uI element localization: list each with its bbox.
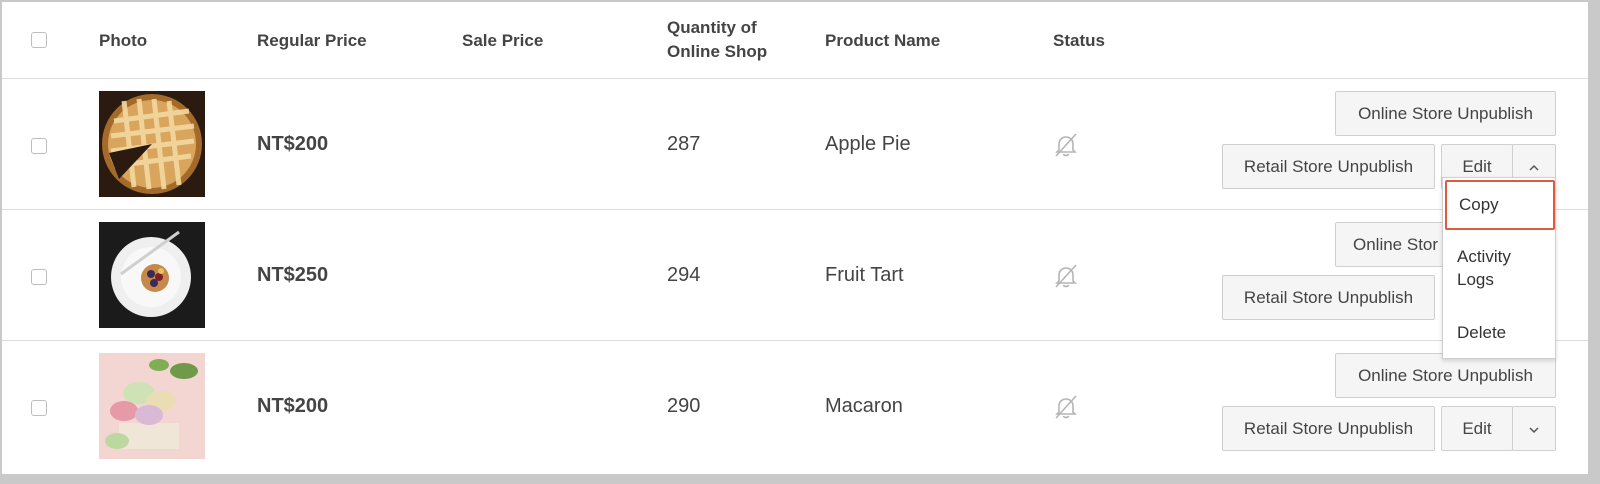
row-checkbox[interactable] [31,138,47,154]
quantity: 287 [667,133,701,155]
table-row: NT$250 294 Fruit Tart Online Stor Retail… [2,210,1588,341]
macaron-image [99,353,205,459]
product-photo-fruit-tart[interactable] [99,222,205,328]
edit-button[interactable]: Edit [1441,406,1513,451]
product-photo-apple-pie[interactable] [99,91,205,197]
menu-item-activity-logs[interactable]: Activity Logs [1443,245,1555,291]
header-status[interactable]: Status [1053,29,1105,53]
table-header: Photo Regular Price Sale Price Quantity … [2,2,1588,79]
online-store-unpublish-button[interactable]: Online Store Unpublish [1335,353,1556,398]
quantity: 290 [667,395,701,417]
chevron-down-icon[interactable] [1512,406,1556,451]
online-store-unpublish-button[interactable]: Online Store Unpublish [1335,91,1556,136]
header-photo[interactable]: Photo [99,29,147,53]
header-product-name[interactable]: Product Name [825,29,940,53]
product-name[interactable]: Fruit Tart [825,264,904,287]
retail-store-unpublish-button[interactable]: Retail Store Unpublish [1222,275,1435,320]
menu-item-activity-line2: Logs [1457,270,1494,289]
regular-price: NT$200 [257,395,329,417]
table-row: NT$200 290 Macaron Online Store Unpublis… [2,341,1588,472]
menu-item-copy[interactable]: Copy [1445,180,1555,230]
bell-off-icon [1052,393,1080,421]
row-actions-dropdown: Copy Activity Logs Delete [1442,177,1556,359]
bell-off-icon [1052,262,1080,290]
regular-price: NT$200 [257,133,329,155]
product-photo-macaron[interactable] [99,353,205,459]
fruit-tart-image [99,222,205,328]
product-table-panel: Photo Regular Price Sale Price Quantity … [0,0,1600,484]
quantity: 294 [667,264,701,286]
menu-item-delete[interactable]: Delete [1443,321,1555,344]
header-quantity-line2: Online Shop [667,42,768,61]
header-regular-price[interactable]: Regular Price [257,29,367,53]
menu-item-activity-line1: Activity [1457,247,1511,266]
row-checkbox[interactable] [31,269,47,285]
header-quantity-line1: Quantity of [667,18,757,37]
header-sale-price[interactable]: Sale Price [462,29,543,53]
bell-off-icon [1052,131,1080,159]
retail-store-unpublish-button[interactable]: Retail Store Unpublish [1222,144,1435,189]
table-row: NT$200 287 Apple Pie Online Store Unpubl… [2,79,1588,210]
apple-pie-image [99,91,205,197]
select-all-checkbox[interactable] [31,32,47,48]
retail-store-unpublish-button[interactable]: Retail Store Unpublish [1222,406,1435,451]
row-checkbox[interactable] [31,400,47,416]
product-name[interactable]: Macaron [825,395,903,418]
product-name[interactable]: Apple Pie [825,133,911,156]
regular-price: NT$250 [257,264,329,286]
header-quantity[interactable]: Quantity of Online Shop [667,16,767,64]
